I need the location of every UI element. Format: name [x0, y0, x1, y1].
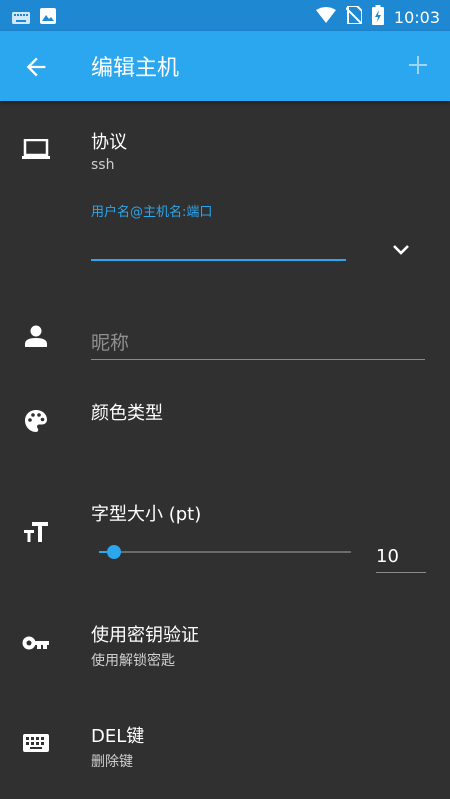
del-key-label: DEL键 [91, 726, 145, 747]
person-icon [22, 322, 50, 350]
pubkey-label: 使用密钥验证 [91, 625, 199, 646]
keyboard-icon [22, 729, 50, 757]
protocol-value: ssh [91, 157, 115, 173]
font-size-slider-thumb[interactable] [107, 545, 122, 559]
back-button[interactable] [22, 53, 50, 81]
host-input-underline [91, 259, 346, 261]
color-row[interactable]: 颜色类型 [0, 383, 450, 463]
pubkey-row[interactable]: 使用密钥验证 使用解锁密匙 [0, 603, 450, 683]
plus-icon [409, 56, 427, 74]
status-bar: 10:03 [0, 0, 450, 31]
battery-icon [371, 5, 384, 29]
no-sim-icon [345, 5, 363, 28]
image-icon [40, 8, 56, 28]
font-size-label: 字型大小 (pt) [91, 504, 202, 525]
laptop-icon [22, 136, 50, 164]
nickname-input[interactable] [91, 326, 425, 360]
status-time: 10:03 [393, 7, 440, 27]
wifi-icon [315, 7, 336, 27]
host-input[interactable] [91, 224, 346, 258]
del-key-value: 删除键 [91, 754, 133, 770]
keyboard-icon [12, 9, 30, 28]
add-button[interactable] [406, 53, 430, 77]
palette-icon [22, 407, 50, 435]
host-field-label: 用户名@主机名:端口 [91, 205, 213, 220]
chevron-down-icon [393, 245, 409, 255]
text-size-icon [22, 518, 50, 546]
key-icon [22, 629, 50, 657]
color-label: 颜色类型 [91, 403, 163, 424]
host-dropdown-button[interactable] [388, 237, 414, 263]
protocol-label: 协议 [91, 132, 127, 153]
font-size-input[interactable] [376, 540, 426, 573]
font-size-slider-track[interactable] [99, 551, 351, 553]
del-key-row[interactable]: DEL键 删除键 [0, 703, 450, 799]
pubkey-value: 使用解锁密匙 [91, 653, 175, 669]
arrow-back-icon [26, 57, 46, 77]
app-bar: 编辑主机 [0, 31, 450, 101]
protocol-row[interactable]: 协议 ssh [0, 101, 450, 191]
page-title: 编辑主机 [91, 56, 180, 81]
